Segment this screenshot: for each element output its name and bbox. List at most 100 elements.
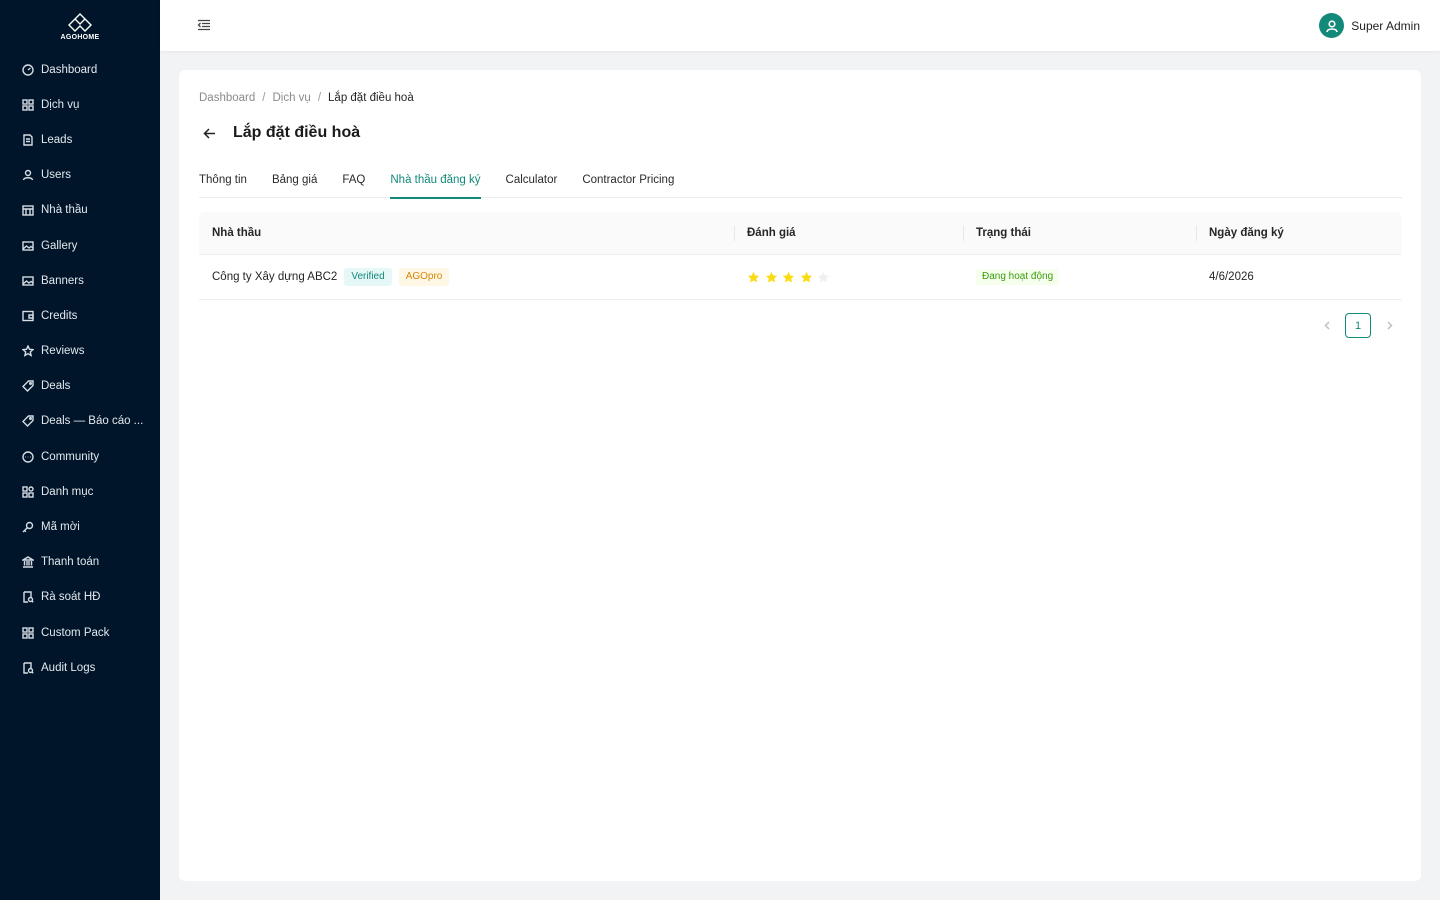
star-filled-icon xyxy=(800,271,813,284)
sidebar-item-reviews[interactable]: Reviews xyxy=(0,334,160,369)
breadcrumb-separator: / xyxy=(317,92,322,104)
audit-icon xyxy=(22,662,34,674)
page-header: Lắp đặt điều hoà xyxy=(203,124,360,142)
key-icon xyxy=(22,521,34,533)
registered-date-cell: 4/6/2026 xyxy=(1209,271,1254,283)
back-button[interactable] xyxy=(203,125,219,141)
sidebar-item-label: Users xyxy=(41,169,72,182)
sidebar-item-community[interactable]: Community xyxy=(0,439,160,474)
next-page-button[interactable] xyxy=(1377,314,1401,338)
tag-icon xyxy=(22,380,34,393)
sidebar-item-thanh-toan[interactable]: Thanh toán xyxy=(0,545,160,580)
rating-cell xyxy=(734,255,963,299)
audit-icon xyxy=(22,591,34,604)
sidebar-item-label: Nhà thầu xyxy=(41,204,88,217)
contractors-table: Nhà thầu Đánh giá Trạng thái Ngày đăng k… xyxy=(199,212,1402,300)
building-icon xyxy=(22,204,34,217)
wallet-icon xyxy=(22,310,34,322)
message-icon xyxy=(22,450,34,463)
breadcrumb-current: Lắp đặt điều hoà xyxy=(328,92,414,104)
tag-icon xyxy=(22,415,34,428)
sidebar-item-label: Community xyxy=(41,450,100,463)
sidebar-item-label: Deals — Báo cáo ... xyxy=(41,415,144,428)
star-rating xyxy=(747,271,835,284)
content-card: Dashboard / Dịch vụ / Lắp đặt điều hoà L… xyxy=(179,70,1421,881)
status-badge: Đang hoạt động xyxy=(976,269,1060,285)
breadcrumb-separator: / xyxy=(262,92,266,104)
sidebar-item-users[interactable]: Users xyxy=(0,158,160,193)
table-header: Nhà thầu Đánh giá Trạng thái Ngày đăng k… xyxy=(199,212,1402,255)
dashboard-icon xyxy=(22,63,34,76)
sidebar-item-label: Danh mục xyxy=(41,485,94,498)
contractor-name: Công ty Xây dựng ABC2 xyxy=(212,271,338,283)
bank-icon xyxy=(22,556,34,568)
sidebar-item-gallery[interactable]: Gallery xyxy=(0,228,160,263)
sidebar-item-label: Dịch vụ xyxy=(41,98,80,111)
tabs: Thông tin Bảng giá FAQ Nhà thầu đăng ký … xyxy=(199,170,1402,199)
sidebar-item-label: Rà soát HĐ xyxy=(41,591,101,604)
apps-icon xyxy=(22,486,34,498)
avatar xyxy=(1319,13,1345,38)
agopro-tag: AGOpro xyxy=(398,268,450,286)
sidebar-item-label: Credits xyxy=(41,309,78,322)
sidebar-item-label: Reviews xyxy=(41,345,85,358)
sidebar-menu: Dashboard Dịch vụ Leads Users Nhà thầu G… xyxy=(0,50,160,685)
breadcrumb-dich-vu[interactable]: Dịch vụ xyxy=(272,92,310,104)
column-header-contractor[interactable]: Nhà thầu xyxy=(199,212,734,254)
star-icon xyxy=(22,345,34,358)
star-filled-icon xyxy=(765,271,778,284)
breadcrumb-dashboard[interactable]: Dashboard xyxy=(199,92,255,104)
tab-nha-thau-dang-ky[interactable]: Nhà thầu đăng ký xyxy=(390,170,481,199)
sidebar-item-banners[interactable]: Banners xyxy=(0,263,160,298)
prev-page-button[interactable] xyxy=(1315,314,1339,338)
tab-faq[interactable]: FAQ xyxy=(342,170,365,198)
grid-icon xyxy=(22,626,34,639)
sidebar-item-label: Thanh toán xyxy=(41,556,100,569)
sidebar-item-nha-thau[interactable]: Nhà thầu xyxy=(0,193,160,228)
star-filled-icon xyxy=(747,271,760,284)
tab-contractor-pricing[interactable]: Contractor Pricing xyxy=(582,170,674,198)
sidebar-item-custom-pack[interactable]: Custom Pack xyxy=(0,615,160,650)
sidebar-item-label: Custom Pack xyxy=(41,626,110,639)
pagination: 1 xyxy=(1315,313,1401,338)
user-menu[interactable]: Super Admin xyxy=(1319,13,1420,38)
user-name: Super Admin xyxy=(1351,18,1420,33)
user-icon xyxy=(22,169,34,181)
sidebar-item-dich-vu[interactable]: Dịch vụ xyxy=(0,87,160,122)
tab-bang-gia[interactable]: Bảng giá xyxy=(272,170,317,198)
sidebar-item-leads[interactable]: Leads xyxy=(0,122,160,157)
menu-fold-icon[interactable] xyxy=(197,18,211,32)
sidebar-item-audit-logs[interactable]: Audit Logs xyxy=(0,650,160,685)
star-empty-icon xyxy=(817,271,830,284)
sidebar-item-label: Dashboard xyxy=(41,63,98,76)
sidebar: AGOHOME Dashboard Dịch vụ Leads Users Nh… xyxy=(0,0,160,900)
column-header-rating[interactable]: Đánh giá xyxy=(734,212,963,254)
verified-tag: Verified xyxy=(344,268,392,286)
sidebar-item-dashboard[interactable]: Dashboard xyxy=(0,52,160,87)
topbar: Super Admin xyxy=(160,0,1440,51)
sidebar-item-danh-muc[interactable]: Danh mục xyxy=(0,474,160,509)
image-icon xyxy=(22,275,34,287)
sidebar-item-deals-report[interactable]: Deals — Báo cáo ... xyxy=(0,404,160,439)
tab-calculator[interactable]: Calculator xyxy=(506,170,558,198)
user-icon xyxy=(1325,19,1338,32)
brand-logo[interactable]: AGOHOME xyxy=(0,0,160,50)
sidebar-item-label: Gallery xyxy=(41,239,78,252)
chevron-left-icon xyxy=(1323,321,1330,330)
column-header-registered-date[interactable]: Ngày đăng ký xyxy=(1196,212,1402,254)
sidebar-item-label: Deals xyxy=(41,380,71,393)
sidebar-item-label: Mã mời xyxy=(41,521,80,534)
sidebar-item-ra-soat-hd[interactable]: Rà soát HĐ xyxy=(0,580,160,615)
sidebar-item-ma-moi[interactable]: Mã mời xyxy=(0,509,160,544)
column-header-status[interactable]: Trạng thái xyxy=(963,212,1196,254)
breadcrumb: Dashboard / Dịch vụ / Lắp đặt điều hoà xyxy=(199,92,414,104)
tab-thong-tin[interactable]: Thông tin xyxy=(199,170,247,198)
grid-icon xyxy=(22,99,34,111)
page-number-button[interactable]: 1 xyxy=(1345,313,1371,338)
arrow-left-icon xyxy=(203,127,215,139)
sidebar-item-credits[interactable]: Credits xyxy=(0,298,160,333)
table-row[interactable]: Công ty Xây dựng ABC2 Verified AGOpro Đa… xyxy=(199,255,1402,300)
file-icon xyxy=(22,134,34,146)
sidebar-item-deals[interactable]: Deals xyxy=(0,369,160,404)
logo-text: AGOHOME xyxy=(60,34,100,41)
